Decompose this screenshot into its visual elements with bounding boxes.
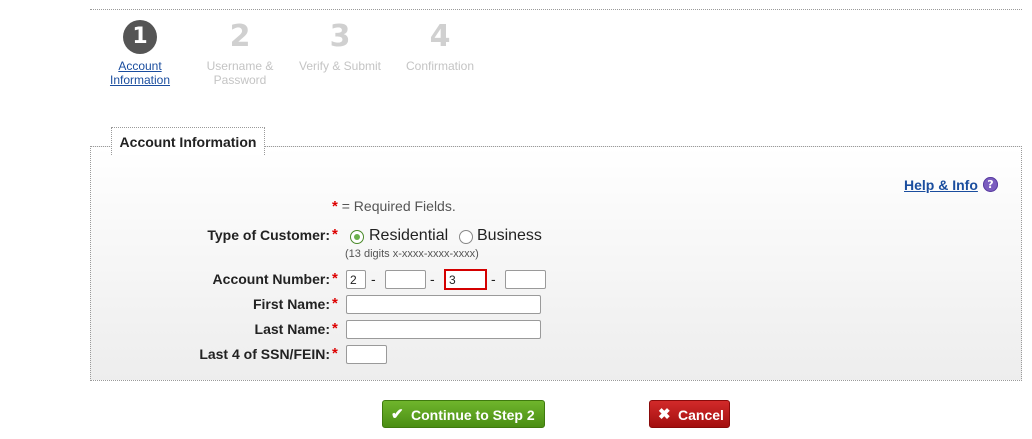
customer-type-label: Type of Customer:	[207, 227, 330, 243]
account-number-part-3[interactable]: 3	[444, 269, 487, 290]
first-name-label: First Name:	[252, 296, 330, 312]
account-format-hint: (13 digits x-xxxx-xxxx-xxxx)	[345, 248, 479, 260]
account-number-part-4[interactable]	[505, 270, 546, 289]
required-star-icon: *	[332, 345, 338, 362]
continue-button[interactable]: ✔ Continue to Step 2	[382, 400, 545, 428]
continue-button-label: Continue to Step 2	[411, 407, 535, 423]
cancel-button-label: Cancel	[678, 407, 724, 423]
question-icon[interactable]: ?	[983, 177, 998, 192]
step-2-label: Username & Password	[206, 59, 274, 87]
residential-radio[interactable]	[350, 230, 364, 244]
step-4-number: 4	[429, 19, 451, 54]
required-star-icon: *	[332, 226, 338, 243]
required-star-icon: *	[332, 295, 338, 312]
step-1-label[interactable]: Account Information	[90, 59, 190, 87]
account-number-label: Account Number:	[212, 271, 330, 287]
step-3-number: 3	[329, 19, 351, 54]
separator: -	[430, 271, 435, 287]
business-label[interactable]: Business	[477, 227, 542, 245]
first-name-input[interactable]	[346, 295, 541, 314]
residential-label[interactable]: Residential	[369, 227, 448, 245]
separator: -	[371, 271, 376, 287]
required-fields-note: * = Required Fields.	[332, 198, 456, 215]
required-star-icon: *	[332, 270, 338, 287]
business-radio[interactable]	[459, 230, 473, 244]
step-4-label: Confirmation	[405, 59, 475, 73]
account-number-part-1[interactable]: 2	[346, 270, 366, 289]
last-name-input[interactable]	[346, 320, 541, 339]
required-fields-text: = Required Fields.	[341, 198, 456, 214]
required-star-icon: *	[332, 198, 338, 215]
check-icon: ✔	[391, 406, 404, 423]
ssn-label: Last 4 of SSN/FEIN:	[199, 346, 330, 362]
separator: -	[491, 271, 496, 287]
step-1-number: 1	[123, 20, 157, 54]
step-3-label: Verify & Submit	[298, 59, 382, 73]
cancel-button[interactable]: ✖ Cancel	[649, 400, 730, 428]
step-2: 2 Username & Password	[190, 19, 290, 88]
step-2-number: 2	[229, 19, 251, 54]
required-star-icon: *	[332, 320, 338, 337]
help-info-link[interactable]: Help & Info	[904, 177, 978, 193]
step-1[interactable]: 1 Account Information	[90, 20, 190, 87]
last-name-label: Last Name:	[254, 321, 330, 337]
top-divider	[90, 9, 1022, 10]
panel-title: Account Information	[111, 127, 265, 155]
step-3: 3 Verify & Submit	[290, 19, 390, 74]
step-4: 4 Confirmation	[390, 19, 490, 74]
ssn-input[interactable]	[346, 345, 387, 364]
x-icon: ✖	[658, 406, 671, 423]
account-number-part-2[interactable]	[385, 270, 426, 289]
